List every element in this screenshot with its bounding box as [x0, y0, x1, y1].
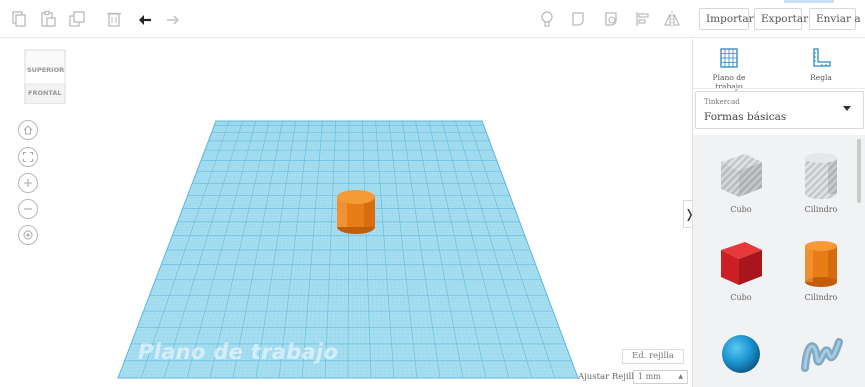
- hole-cylinder-icon: [805, 153, 837, 199]
- cylinder-icon: [805, 241, 837, 287]
- light-bulb-icon[interactable]: [536, 8, 558, 30]
- paste-icon[interactable]: [37, 8, 59, 30]
- shape-item-hole-box[interactable]: Cubo: [706, 149, 776, 214]
- snap-grid-select[interactable]: 1 mm ▲: [633, 370, 688, 384]
- undo-icon[interactable]: [134, 8, 156, 30]
- main-toolbar: Importar Exportar Enviar a: [0, 0, 865, 38]
- hole-box-icon: [721, 154, 762, 197]
- ruler-tool-label: Regla: [810, 73, 832, 82]
- box-icon: [721, 242, 762, 285]
- edit-grid-button[interactable]: Ed. rejilla: [622, 349, 684, 364]
- shape-icon[interactable]: [568, 8, 590, 30]
- 3d-viewport[interactable]: SUPERIOR FRONTAL Plano de trabajo Ed. re…: [0, 39, 690, 387]
- shape-library-dropdown[interactable]: Tinkercad Formas básicas: [695, 91, 864, 129]
- workplane-tool[interactable]: Plano de trabajo: [699, 47, 759, 91]
- cylinder-object[interactable]: [337, 190, 375, 234]
- ruler-tool[interactable]: Regla: [791, 47, 851, 82]
- active-tab-accent: [784, 0, 834, 3]
- shape-item-scribble[interactable]: [786, 328, 856, 380]
- copy-icon[interactable]: [8, 8, 30, 30]
- right-panel: Plano de trabajo Regla Tinkercad Formas …: [692, 39, 865, 387]
- library-source: Tinkercad: [704, 98, 740, 106]
- shape-item-hole-cylinder[interactable]: Cilindro: [786, 149, 856, 214]
- redo-icon[interactable]: [162, 8, 184, 30]
- hole-icon[interactable]: [601, 8, 623, 30]
- workplane-icon: [720, 48, 738, 68]
- chevron-down-icon: ▲: [678, 373, 683, 380]
- duplicate-icon[interactable]: [66, 8, 88, 30]
- export-button[interactable]: Exportar: [754, 8, 808, 30]
- delete-icon[interactable]: [103, 8, 125, 30]
- ruler-icon: [813, 48, 831, 67]
- mirror-icon[interactable]: [661, 8, 683, 30]
- shape-label: Cubo: [730, 205, 752, 214]
- panel-divider: [693, 88, 865, 89]
- shape-label: Cilindro: [804, 293, 838, 302]
- shape-item-box[interactable]: Cubo: [706, 237, 776, 302]
- library-name: Formas básicas: [704, 111, 787, 123]
- chevron-down-icon: [843, 106, 851, 111]
- sphere-icon: [722, 335, 760, 373]
- shape-item-cylinder[interactable]: Cilindro: [786, 237, 856, 302]
- send-to-button[interactable]: Enviar a: [809, 8, 861, 30]
- shape-item-sphere[interactable]: [706, 328, 776, 380]
- scribble-icon: [801, 338, 843, 372]
- shape-label: Cubo: [730, 293, 752, 302]
- shape-label: Cilindro: [804, 205, 838, 214]
- snap-grid-value: 1 mm: [638, 372, 661, 381]
- workplane-label: Plano de trabajo: [138, 340, 339, 364]
- workplane-grid[interactable]: [0, 39, 690, 387]
- snap-grid-label: Ajustar Rejilla: [578, 372, 640, 382]
- shape-gallery: Cubo Cilindro Cubo Cilindro: [693, 135, 865, 387]
- import-button[interactable]: Importar: [699, 8, 754, 30]
- gallery-scrollbar[interactable]: [857, 139, 861, 203]
- align-icon[interactable]: [632, 8, 654, 30]
